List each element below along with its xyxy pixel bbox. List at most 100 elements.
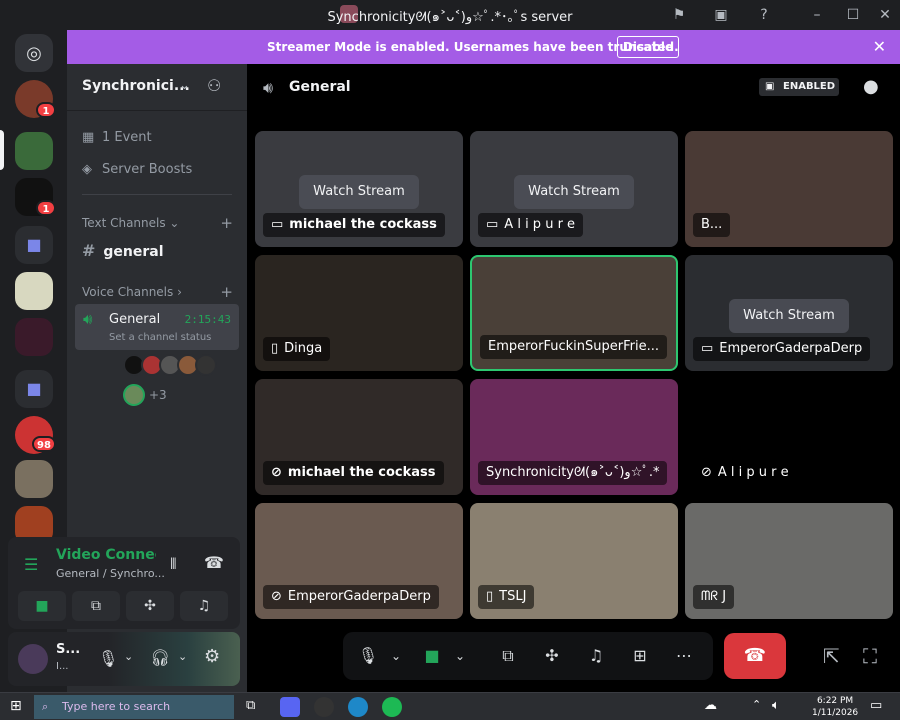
maximize-icon[interactable]: ☐ xyxy=(842,4,864,26)
video-tile[interactable]: ⊘ EmperorGaderpaDerp xyxy=(255,503,463,619)
popout-icon[interactable]: ⇱ xyxy=(823,644,840,668)
streamer-mode-banner: Streamer Mode is enabled. Usernames have… xyxy=(67,30,900,64)
avatar[interactable] xyxy=(195,354,217,376)
participant-name: ᗰᖇ J xyxy=(693,585,735,609)
chat-icon[interactable]: ● xyxy=(863,76,879,97)
voice-location[interactable]: General / Synchro... xyxy=(56,567,165,580)
avatar[interactable] xyxy=(18,644,48,674)
folder-icon[interactable]: ■ xyxy=(15,226,53,264)
video-tile[interactable]: Watch Stream ▭ michael the cockass xyxy=(255,131,463,247)
server-icon[interactable] xyxy=(15,460,53,498)
video-tile[interactable]: ⊘ A l i p u r e xyxy=(685,379,893,495)
mic-icon[interactable]: 🎙︎ xyxy=(353,642,383,670)
app-taskbar-icon[interactable] xyxy=(314,697,334,717)
chevron-down-icon[interactable]: ⌄ xyxy=(381,642,411,670)
close-icon[interactable]: ✕ xyxy=(874,4,896,26)
discord-taskbar-icon[interactable] xyxy=(280,697,300,717)
server-icon[interactable] xyxy=(15,318,53,356)
add-voice-channel-icon[interactable]: + xyxy=(220,283,233,301)
fullscreen-icon[interactable]: ⛶ xyxy=(863,644,877,668)
soundboard-button[interactable]: ♫ xyxy=(180,591,228,621)
video-tile[interactable]: Watch Stream ▭ A l i p u r e xyxy=(470,131,678,247)
chevron-down-icon[interactable]: ⌄ xyxy=(124,650,133,663)
voice-channel-general[interactable]: 🔊︎ General 2:15:43 Set a channel status xyxy=(75,304,239,350)
weather-icon[interactable]: ☁ xyxy=(704,698,717,713)
server-icon[interactable] xyxy=(15,272,53,310)
disable-button[interactable]: Disable xyxy=(617,36,679,58)
watch-stream-button[interactable]: Watch Stream xyxy=(514,175,634,209)
camera-icon[interactable]: ■ xyxy=(417,642,447,670)
monitor-icon: ▭ xyxy=(271,217,284,232)
folder-icon[interactable]: ■ xyxy=(15,370,53,408)
video-tile[interactable]: ⊘ michael the cockass xyxy=(255,379,463,495)
user-status: I... xyxy=(56,661,69,672)
spotify-taskbar-icon[interactable] xyxy=(382,697,402,717)
video-tile[interactable]: B... xyxy=(685,131,893,247)
taskbar: ⊞ ⌕ Type here to search ⧉ ☁ ⌃ 🔈︎ 6:22 PM… xyxy=(0,692,900,720)
server-name[interactable]: Synchronici... xyxy=(82,78,190,94)
signal-icon[interactable]: ☰ xyxy=(24,555,38,574)
voice-connected-panel: ☰ Video Connecte General / Synchro... ⦀ … xyxy=(8,537,240,629)
events-row[interactable]: ▦ 1 Event xyxy=(82,130,152,145)
watch-stream-button[interactable]: Watch Stream xyxy=(729,299,849,333)
unread-badge: 1 xyxy=(36,200,56,216)
screen-share-icon[interactable]: ⧉ xyxy=(493,642,523,670)
add-channel-icon[interactable]: + xyxy=(220,214,233,232)
camera-button[interactable]: ■ xyxy=(18,591,66,621)
participant-name: B... xyxy=(693,213,731,237)
notification-icon[interactable]: ▭ xyxy=(870,698,882,713)
server-icon[interactable] xyxy=(15,132,53,170)
invite-icon[interactable]: ⚇ xyxy=(207,76,221,95)
unread-badge: 98 xyxy=(32,436,56,452)
video-tile[interactable]: ▯ TSLJ xyxy=(470,503,678,619)
participant-name: ⊘ EmperorGaderpaDerp xyxy=(263,585,439,609)
soundboard-icon[interactable]: ♫ xyxy=(581,642,611,670)
edge-taskbar-icon[interactable] xyxy=(348,697,368,717)
minimize-icon[interactable]: – xyxy=(806,4,828,26)
video-tile[interactable]: ▯ Dinga xyxy=(255,255,463,371)
activities-button[interactable]: ✣ xyxy=(126,591,174,621)
voice-channels-category[interactable]: Voice Channels › xyxy=(82,285,182,299)
mic-off-icon: ⊘ xyxy=(701,465,712,480)
tray-chevron-icon[interactable]: ⌃ xyxy=(752,698,761,711)
taskbar-search[interactable]: ⌕ Type here to search xyxy=(34,695,234,719)
discord-home-icon[interactable]: ◎ xyxy=(15,34,53,72)
chevron-down-icon[interactable]: ⌄ xyxy=(179,78,190,93)
mic-icon[interactable]: 🎙︎ xyxy=(98,649,118,668)
more-icon[interactable]: ⋯ xyxy=(669,642,699,670)
help-icon[interactable]: ? xyxy=(753,4,775,26)
gift-icon[interactable]: ⊞ xyxy=(625,642,655,670)
watch-stream-button[interactable]: Watch Stream xyxy=(299,175,419,209)
participant-name: ▭ michael the cockass xyxy=(263,213,445,237)
participant-name: ▯ Dinga xyxy=(263,337,331,361)
channel-status[interactable]: Set a channel status xyxy=(109,332,211,343)
headphones-icon[interactable]: 🎧︎ xyxy=(150,648,170,667)
chevron-down-icon[interactable]: ⌄ xyxy=(445,642,475,670)
screen-share-button[interactable]: ⧉ xyxy=(72,591,120,621)
boosts-row[interactable]: ◈ Server Boosts xyxy=(82,162,192,177)
inbox-icon[interactable]: ▣ xyxy=(710,4,732,26)
hash-icon: # xyxy=(82,241,96,260)
video-tile[interactable]: EmperorFuckinSuperFrie... xyxy=(470,255,678,371)
disconnect-icon[interactable]: ☎ xyxy=(204,553,224,572)
username[interactable]: S... xyxy=(56,642,80,657)
voice-status[interactable]: Video Connecte xyxy=(56,547,156,563)
avatar[interactable] xyxy=(123,384,145,406)
noise-suppression-icon[interactable]: ⦀ xyxy=(170,555,177,573)
video-tile[interactable]: Watch Stream ▭ EmperorGaderpaDerp xyxy=(685,255,893,371)
chevron-down-icon[interactable]: ⌄ xyxy=(178,650,187,663)
volume-icon[interactable]: 🔈︎ xyxy=(772,698,780,713)
channel-general[interactable]: # general xyxy=(82,241,164,260)
search-icon: ⌕ xyxy=(42,700,49,713)
gear-icon[interactable]: ⚙ xyxy=(204,646,220,667)
close-banner-icon[interactable]: ✕ xyxy=(873,37,886,56)
leave-call-button[interactable]: ☎ xyxy=(724,633,786,679)
video-tile[interactable]: Synchronicityᘛ(๑˃ᴗ˂)ﻭ☆ﾟ.* xyxy=(470,379,678,495)
windows-start-icon[interactable]: ⊞ xyxy=(10,698,22,714)
task-view-icon[interactable]: ⧉ xyxy=(246,698,255,713)
video-tile[interactable]: ᗰᖇ J xyxy=(685,503,893,619)
text-channels-category[interactable]: Text Channels ⌄ xyxy=(82,216,179,230)
activities-icon[interactable]: ✣ xyxy=(537,642,567,670)
taskbar-clock[interactable]: 6:22 PM 1/11/2026 xyxy=(812,695,858,719)
flag-icon[interactable]: ⚑ xyxy=(668,4,690,26)
